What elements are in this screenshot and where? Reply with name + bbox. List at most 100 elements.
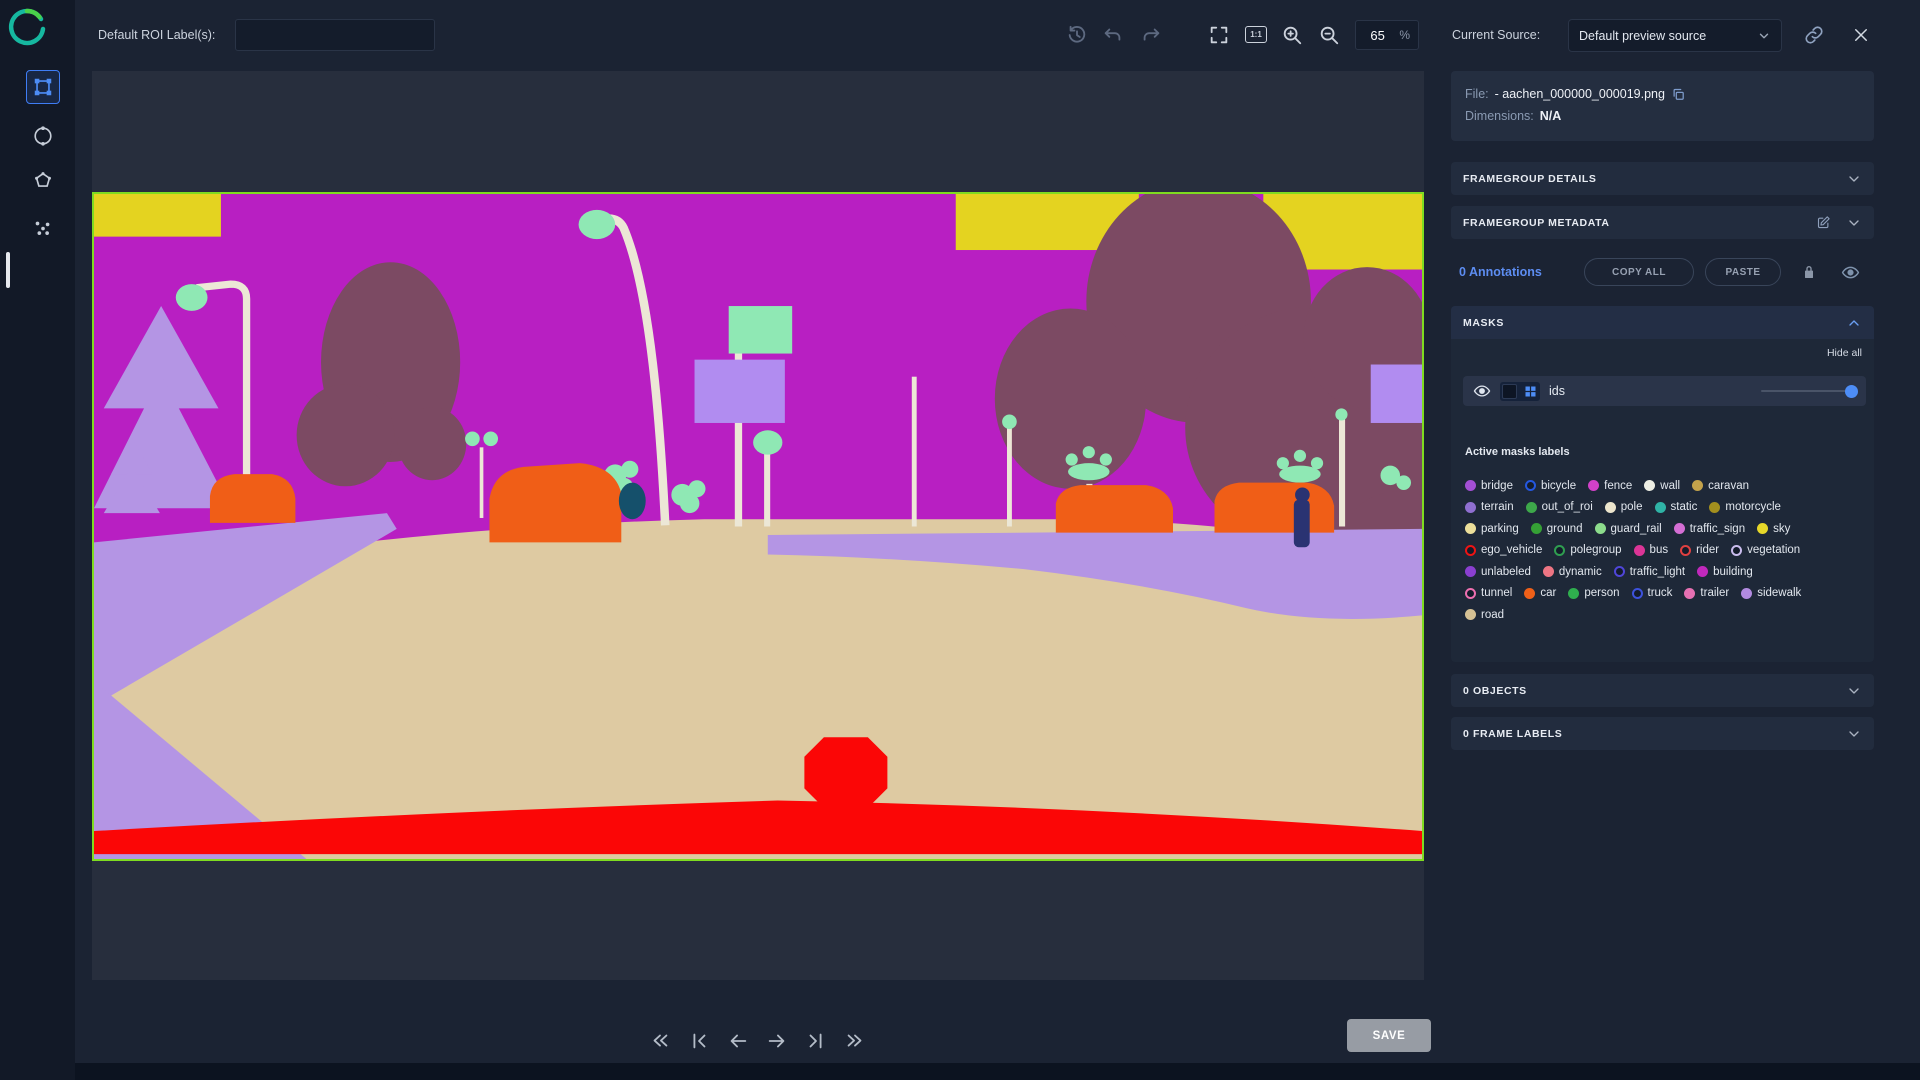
mask-label-chip[interactable]: out_of_roi bbox=[1525, 500, 1593, 515]
lock-icon bbox=[1801, 264, 1819, 280]
mask-label-text: sidewalk bbox=[1757, 587, 1802, 599]
panel-handle[interactable] bbox=[6, 252, 10, 288]
lock-annotations-button[interactable] bbox=[1801, 263, 1819, 281]
mask-label-chip[interactable]: wall bbox=[1644, 478, 1680, 493]
mask-label-chip[interactable]: caravan bbox=[1692, 478, 1749, 493]
fit-screen-icon bbox=[1208, 24, 1232, 46]
zoom-in-button[interactable] bbox=[1281, 23, 1305, 47]
skip-forward-button[interactable] bbox=[844, 1029, 868, 1053]
mask-label-chip[interactable]: ground bbox=[1530, 521, 1583, 536]
zoom-100-button[interactable]: 1:1 bbox=[1245, 26, 1267, 43]
mask-label-text: traffic_sign bbox=[1689, 522, 1746, 535]
mask-label-chip[interactable]: bridge bbox=[1465, 478, 1513, 493]
framegroup-metadata-section[interactable]: FRAMEGROUP METADATA bbox=[1451, 206, 1874, 239]
copy-link-button[interactable] bbox=[1804, 24, 1826, 46]
mask-label-chip[interactable]: unlabeled bbox=[1465, 564, 1531, 579]
first-frame-button[interactable] bbox=[688, 1029, 712, 1053]
segmentation-image[interactable] bbox=[92, 192, 1424, 861]
mask-label-chip[interactable]: bicycle bbox=[1524, 478, 1577, 493]
mask-label-chip[interactable]: static bbox=[1654, 500, 1697, 515]
slider-track bbox=[1761, 390, 1856, 392]
framegroup-details-section[interactable]: FRAMEGROUP DETAILS bbox=[1451, 162, 1874, 195]
mask-opacity-slider[interactable] bbox=[1761, 384, 1858, 398]
mask-label-chip[interactable]: sky bbox=[1757, 521, 1790, 536]
mask-label-chip[interactable]: sidewalk bbox=[1741, 586, 1801, 601]
annotations-count: 0 Annotations bbox=[1459, 265, 1542, 279]
current-source-select[interactable]: Default preview source bbox=[1568, 19, 1782, 52]
bounding-box-tool-button[interactable] bbox=[26, 70, 60, 104]
previous-frame-button[interactable] bbox=[727, 1029, 751, 1053]
mask-render-mode-toggle[interactable] bbox=[1500, 381, 1540, 401]
mask-label-chip[interactable]: terrain bbox=[1465, 500, 1514, 515]
toggle-annotations-visibility-button[interactable] bbox=[1841, 262, 1861, 282]
mask-label-chip[interactable]: trailer bbox=[1684, 586, 1729, 601]
arrow-right-icon bbox=[766, 1030, 790, 1052]
mask-label-chip[interactable]: vegetation bbox=[1731, 543, 1800, 558]
save-button[interactable]: SAVE bbox=[1347, 1019, 1431, 1052]
mask-label-chip[interactable]: road bbox=[1465, 607, 1504, 622]
active-masks-labels-title: Active masks labels bbox=[1465, 446, 1570, 458]
file-info-card: File: - aachen_000000_000019.png Dimensi… bbox=[1451, 71, 1874, 141]
mask-label-text: bicycle bbox=[1540, 479, 1577, 492]
polygon-tool-button[interactable] bbox=[26, 164, 60, 198]
mask-color-dot bbox=[1654, 501, 1666, 513]
mask-label-chip[interactable]: traffic_light bbox=[1613, 564, 1685, 579]
mask-color-dot bbox=[1588, 480, 1600, 491]
mask-color-dot bbox=[1613, 566, 1625, 577]
copy-all-button[interactable]: COPY ALL bbox=[1584, 258, 1694, 286]
objects-title: 0 OBJECTS bbox=[1463, 684, 1527, 697]
close-button[interactable] bbox=[1852, 24, 1874, 46]
link-icon bbox=[1804, 25, 1826, 45]
mask-color-dot bbox=[1604, 501, 1616, 513]
points-tool-button[interactable] bbox=[26, 212, 60, 246]
mask-visibility-button[interactable] bbox=[1473, 382, 1491, 400]
mask-label-text: polegroup bbox=[1570, 544, 1622, 556]
objects-section[interactable]: 0 OBJECTS bbox=[1451, 674, 1874, 707]
zoom-in-icon bbox=[1281, 24, 1305, 46]
mask-label-text: truck bbox=[1647, 587, 1673, 599]
redo-icon bbox=[1140, 24, 1164, 46]
mask-label-chip[interactable]: dynamic bbox=[1542, 564, 1602, 579]
mask-label-chip[interactable]: rider bbox=[1680, 543, 1719, 558]
mask-label-chip[interactable]: tunnel bbox=[1465, 586, 1512, 601]
zoom-out-button[interactable] bbox=[1318, 23, 1342, 47]
mask-label-chip[interactable]: fence bbox=[1588, 478, 1632, 493]
redo-button[interactable] bbox=[1140, 23, 1164, 47]
edit-icon[interactable] bbox=[1816, 215, 1832, 231]
undo-button[interactable] bbox=[1102, 23, 1126, 47]
mask-label-chip[interactable]: ego_vehicle bbox=[1465, 543, 1542, 558]
fit-to-screen-button[interactable] bbox=[1208, 23, 1232, 47]
hide-all-button[interactable]: Hide all bbox=[1827, 347, 1862, 359]
mask-label-chip[interactable]: motorcycle bbox=[1709, 500, 1781, 515]
skip-backward-button[interactable] bbox=[649, 1029, 673, 1053]
zoom-level-input[interactable] bbox=[1356, 26, 1400, 44]
mask-label-chip[interactable]: truck bbox=[1631, 586, 1673, 601]
paste-button[interactable]: PASTE bbox=[1705, 258, 1781, 286]
zoom-level-box: % bbox=[1355, 20, 1419, 50]
mask-color-dot bbox=[1644, 480, 1656, 491]
next-frame-button[interactable] bbox=[766, 1029, 790, 1053]
mask-label-chip[interactable]: guard_rail bbox=[1594, 521, 1662, 536]
current-source-value: Default preview source bbox=[1579, 28, 1707, 43]
copy-filename-button[interactable] bbox=[1671, 86, 1687, 102]
mask-color-dot bbox=[1673, 523, 1685, 534]
ellipse-tool-button[interactable] bbox=[26, 119, 60, 153]
history-button[interactable] bbox=[1066, 23, 1090, 47]
mask-label-chip[interactable]: person bbox=[1568, 586, 1620, 601]
masks-section-header[interactable]: MASKS bbox=[1451, 306, 1874, 339]
mask-label-chip[interactable]: traffic_sign bbox=[1673, 521, 1746, 536]
slider-thumb[interactable] bbox=[1845, 385, 1858, 398]
last-frame-button[interactable] bbox=[805, 1029, 829, 1053]
roi-label-input[interactable] bbox=[235, 19, 435, 51]
image-canvas[interactable] bbox=[92, 71, 1424, 980]
undo-icon bbox=[1102, 24, 1126, 46]
mask-label-chip[interactable]: car bbox=[1524, 586, 1556, 601]
mask-label-chip[interactable]: parking bbox=[1465, 521, 1519, 536]
mask-label-chip[interactable]: building bbox=[1697, 564, 1753, 579]
roi-label: Default ROI Label(s): bbox=[98, 28, 216, 42]
frame-labels-section[interactable]: 0 FRAME LABELS bbox=[1451, 717, 1874, 750]
mask-label-text: caravan bbox=[1708, 479, 1749, 492]
mask-label-chip[interactable]: pole bbox=[1604, 500, 1643, 515]
mask-label-chip[interactable]: polegroup bbox=[1554, 543, 1622, 558]
mask-label-chip[interactable]: bus bbox=[1633, 543, 1668, 558]
